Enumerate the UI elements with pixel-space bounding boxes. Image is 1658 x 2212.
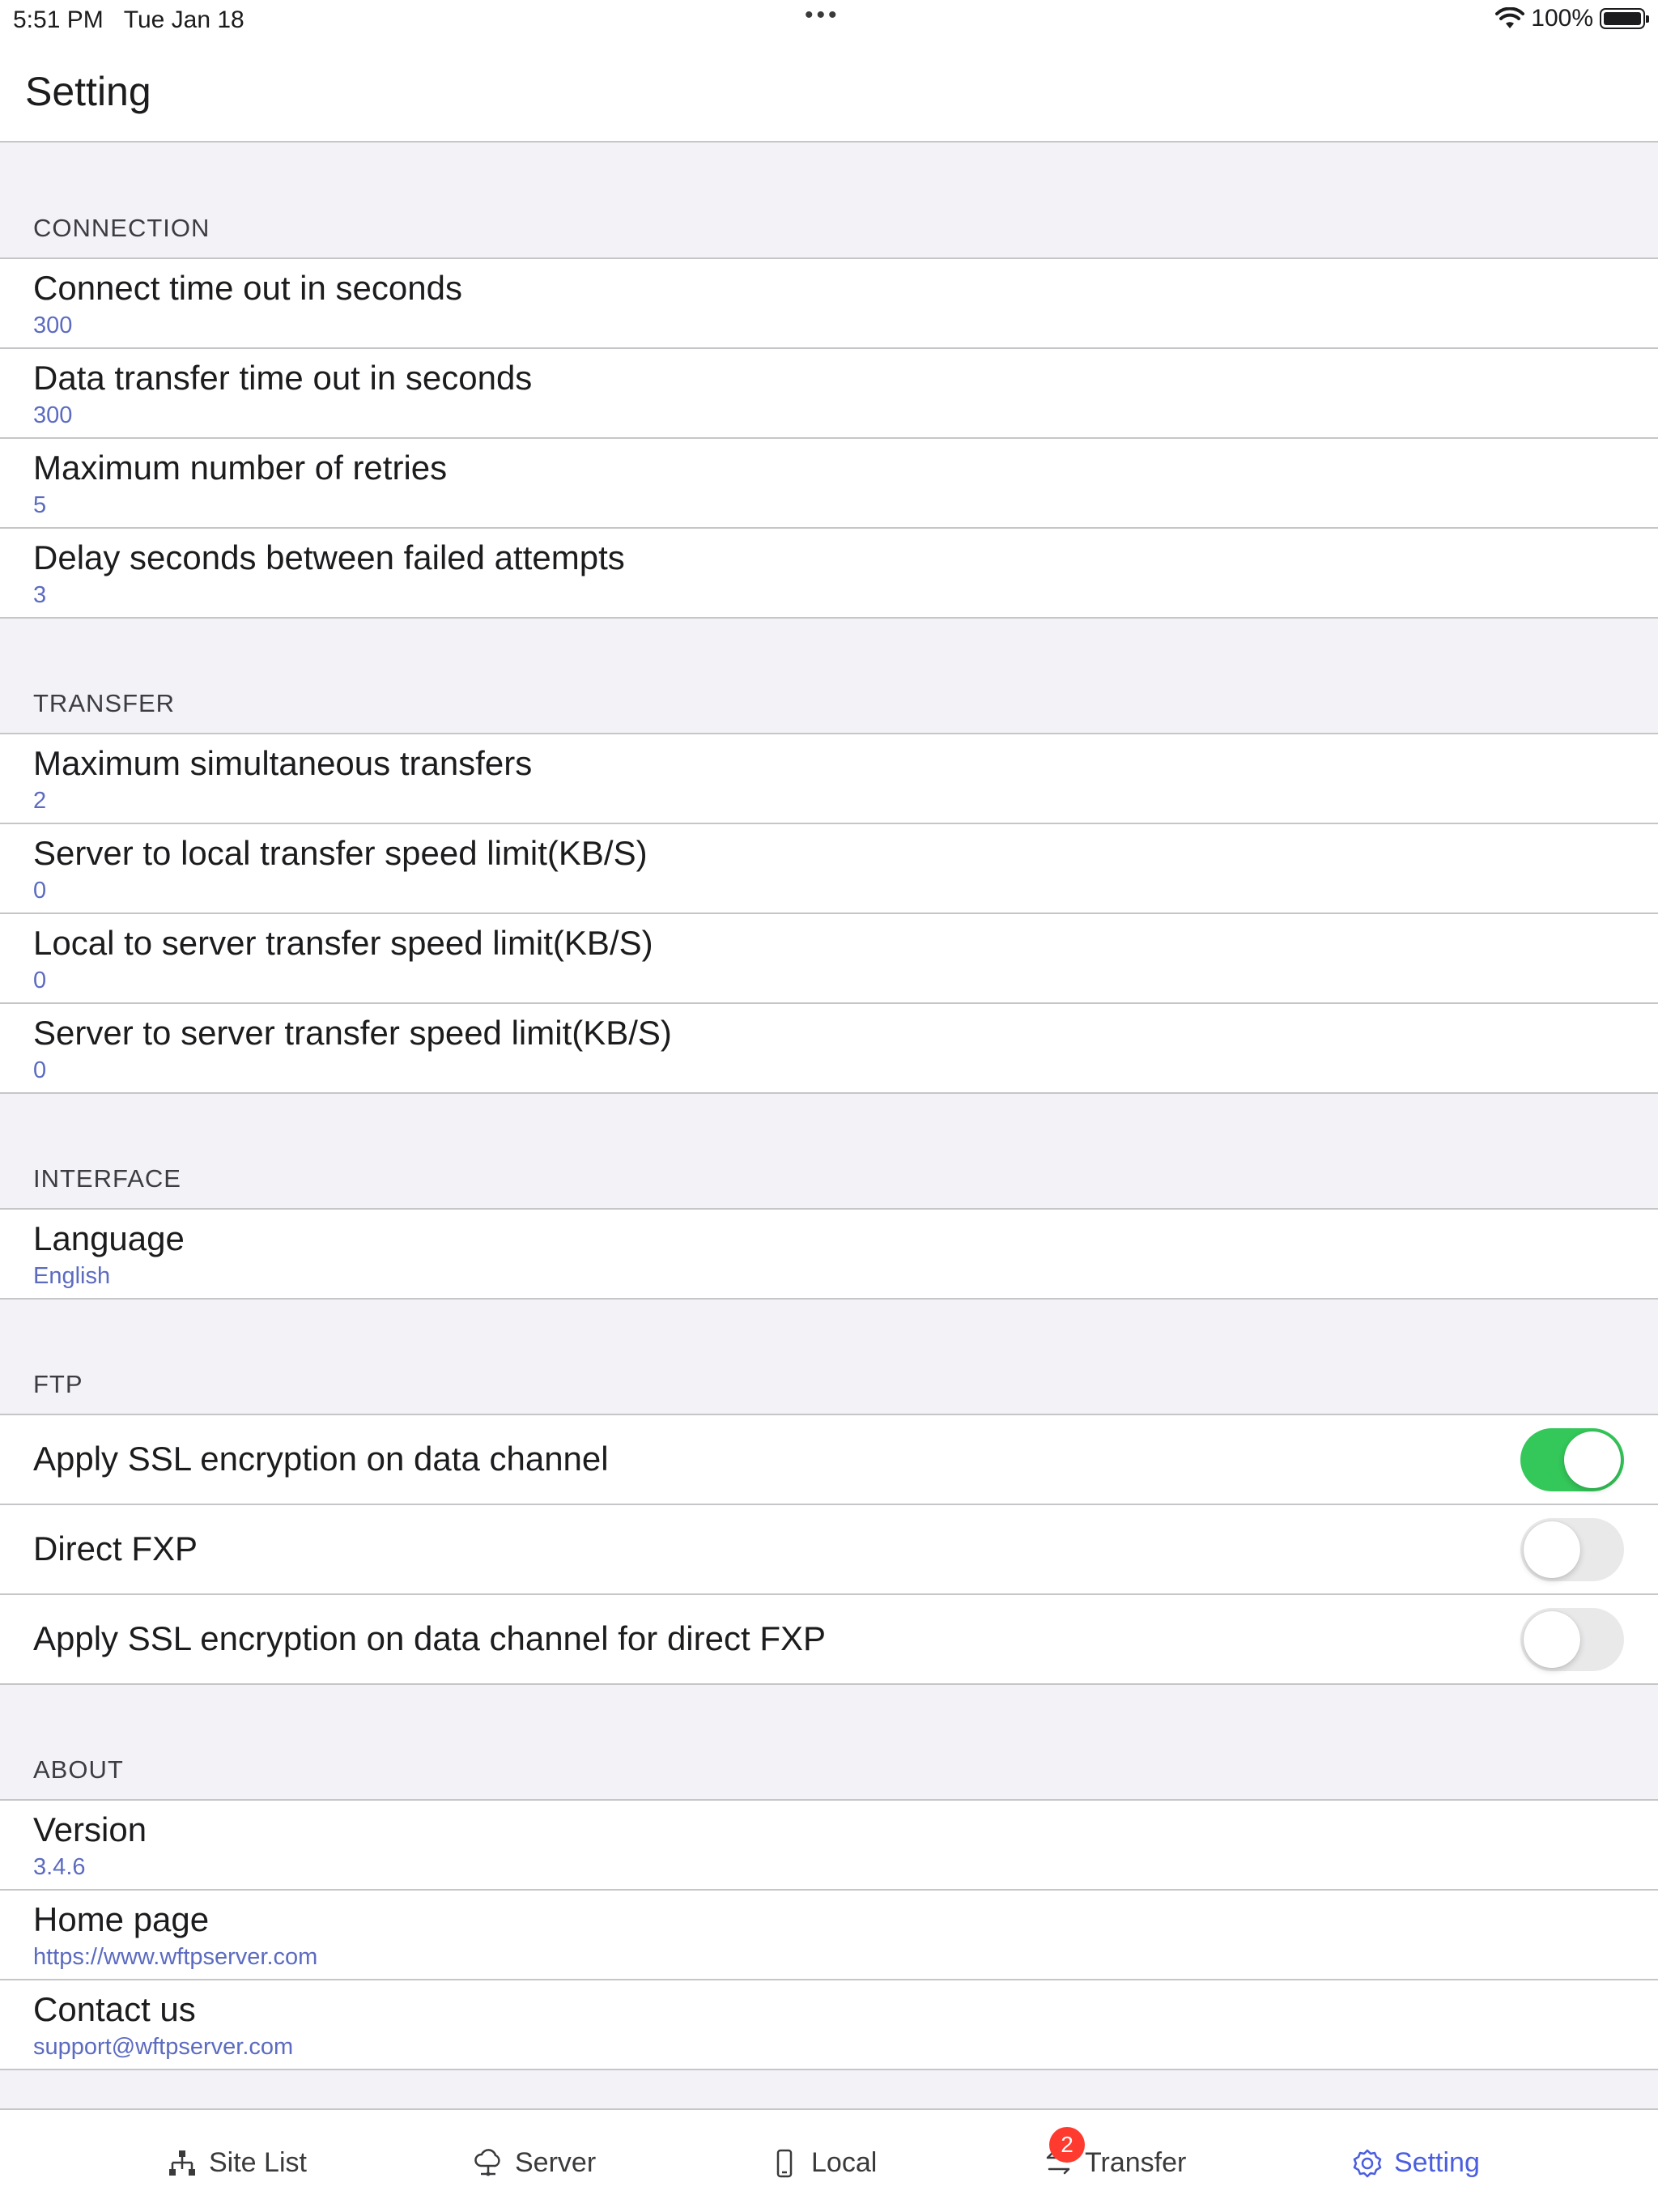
tab-local[interactable]: Local [769, 2147, 877, 2179]
direct-fxp-toggle[interactable] [1520, 1518, 1624, 1581]
row-label: Data transfer time out in seconds [33, 359, 533, 397]
setting-data-transfer-timeout[interactable]: Data transfer time out in seconds 300 [0, 349, 1658, 439]
tab-transfer[interactable]: 2 Transfer [1043, 2126, 1187, 2179]
row-label: Maximum simultaneous transfers [33, 744, 533, 782]
tab-site-list[interactable]: Site List [167, 2147, 307, 2179]
toggle-knob [1564, 1431, 1621, 1488]
row-label: Server to server transfer speed limit(KB… [33, 1014, 672, 1052]
section-header-interface: INTERFACE [0, 1094, 1658, 1210]
row-label: Apply SSL encryption on data channel [33, 1440, 609, 1478]
row-value: 0 [33, 878, 47, 904]
ssl-data-channel-toggle[interactable] [1520, 1428, 1624, 1491]
about-home-page[interactable]: Home page https://www.wftpserver.com [0, 1891, 1658, 1980]
section-header-transfer: TRANSFER [0, 619, 1658, 734]
settings-list: CONNECTION Connect time out in seconds 3… [0, 143, 1658, 2070]
transfer-icon-wrap: 2 [1043, 2126, 1085, 2179]
navigation-bar: Setting [0, 40, 1658, 143]
status-time: 5:51 PM Tue Jan 18 [13, 6, 244, 33]
setting-language[interactable]: Language English [0, 1210, 1658, 1300]
tab-label: Setting [1394, 2147, 1480, 2178]
setting-max-simultaneous-transfers[interactable]: Maximum simultaneous transfers 2 [0, 734, 1658, 824]
tab-label: Site List [209, 2147, 307, 2178]
setting-connect-timeout[interactable]: Connect time out in seconds 300 [0, 259, 1658, 349]
tab-bar: Site List Server Local 2 Transfer Settin… [0, 2108, 1658, 2212]
about-version: Version 3.4.6 [0, 1801, 1658, 1891]
sitemap-icon [169, 2150, 195, 2176]
row-label: Version [33, 1810, 147, 1848]
setting-local-to-server-speed[interactable]: Local to server transfer speed limit(KB/… [0, 914, 1658, 1004]
row-value: English [33, 1263, 111, 1289]
battery-icon [1600, 8, 1649, 29]
transfer-badge: 2 [1049, 2126, 1085, 2163]
battery-percent: 100% [1531, 5, 1593, 32]
row-label: Delay seconds between failed attempts [33, 538, 625, 576]
multitask-dots[interactable]: ••• [805, 2, 840, 29]
row-value: 0 [33, 968, 47, 993]
row-label: Connect time out in seconds [33, 269, 462, 307]
row-label: Home page [33, 1900, 210, 1938]
row-label: Contact us [33, 1990, 196, 2028]
tab-label: Transfer [1085, 2147, 1187, 2178]
row-label: Direct FXP [33, 1529, 198, 1568]
section-header-ftp: FTP [0, 1300, 1658, 1415]
tab-setting[interactable]: Setting [1352, 2147, 1480, 2179]
about-contact-us[interactable]: Contact us support@wftpserver.com [0, 1980, 1658, 2070]
tab-label: Server [515, 2147, 597, 2178]
row-value: 0 [33, 1057, 47, 1083]
setting-max-retries[interactable]: Maximum number of retries 5 [0, 439, 1658, 529]
toggle-knob [1524, 1611, 1580, 1668]
setting-ssl-data-channel: Apply SSL encryption on data channel [0, 1415, 1658, 1505]
status-right: 100% [1495, 5, 1649, 32]
setting-ssl-direct-fxp: Apply SSL encryption on data channel for… [0, 1595, 1658, 1685]
ssl-direct-fxp-toggle[interactable] [1520, 1608, 1624, 1671]
row-label: Language [33, 1219, 185, 1257]
cloud-server-icon [474, 2148, 500, 2176]
row-value: 300 [33, 313, 73, 338]
row-label: Apply SSL encryption on data channel for… [33, 1619, 827, 1657]
row-value: 2 [33, 788, 47, 814]
row-label: Local to server transfer speed limit(KB/… [33, 924, 653, 962]
setting-server-to-local-speed[interactable]: Server to local transfer speed limit(KB/… [0, 824, 1658, 914]
section-header-about: ABOUT [0, 1685, 1658, 1801]
home-page-link[interactable]: https://www.wftpserver.com [33, 1944, 317, 1971]
row-value: 3.4.6 [33, 1854, 86, 1880]
row-label: Maximum number of retries [33, 449, 448, 487]
section-header-connection: CONNECTION [0, 143, 1658, 259]
tab-label: Local [811, 2147, 878, 2178]
row-value: 5 [33, 492, 47, 518]
setting-direct-fxp: Direct FXP [0, 1505, 1658, 1595]
contact-email-link[interactable]: support@wftpserver.com [33, 2034, 293, 2061]
row-value: 300 [33, 402, 73, 428]
setting-retry-delay[interactable]: Delay seconds between failed attempts 3 [0, 529, 1658, 619]
phone-icon [776, 2149, 793, 2177]
row-label: Server to local transfer speed limit(KB/… [33, 834, 648, 872]
setting-server-to-server-speed[interactable]: Server to server transfer speed limit(KB… [0, 1004, 1658, 1094]
page-title: Setting [25, 69, 151, 114]
wifi-icon [1495, 7, 1525, 28]
status-bar: 5:51 PM Tue Jan 18 ••• 100% [0, 0, 1658, 40]
row-value: 3 [33, 582, 47, 608]
gear-icon [1353, 2149, 1382, 2177]
toggle-knob [1524, 1521, 1580, 1578]
tab-server[interactable]: Server [473, 2147, 596, 2179]
